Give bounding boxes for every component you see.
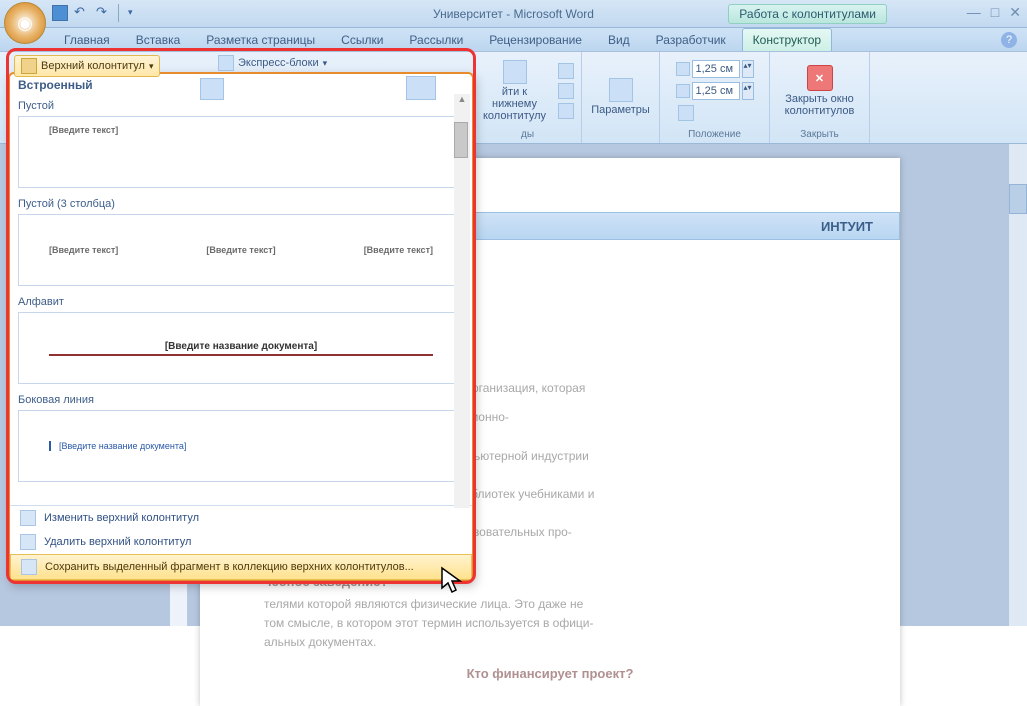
footer-from-bottom-spinner[interactable]: 1,25 см▴▾ (676, 82, 754, 100)
parameters-icon (609, 78, 633, 102)
gallery-section-alphabet: Алфавит (18, 292, 464, 312)
gallery-section-empty: Пустой (18, 96, 464, 116)
link-section-icon (558, 103, 574, 119)
header-top-icon (676, 62, 690, 76)
express-blocks-icon (218, 55, 234, 71)
edit-header-menuitem[interactable]: Изменить верхний колонтитул (10, 506, 472, 530)
window-title: Университет - Microsoft Word (433, 7, 594, 21)
save-selection-menuitem[interactable]: Сохранить выделенный фрагмент в коллекци… (10, 554, 472, 580)
save-selection-icon (21, 559, 37, 575)
redo-icon[interactable]: ↷ (96, 5, 112, 21)
contextual-tab-group: Работа с колонтитулами (728, 4, 887, 24)
doc-q3: Кто финансирует проект? (264, 666, 836, 681)
tab-references[interactable]: Ссылки (331, 29, 393, 51)
footer-bottom-icon (676, 84, 690, 98)
delete-icon (20, 534, 36, 550)
gallery-item-alphabet[interactable]: [Введите название документа] (18, 312, 464, 384)
minimize-icon[interactable]: — (967, 4, 981, 21)
gallery-item-sideline[interactable]: [Введите название документа] (18, 410, 464, 482)
tab-review[interactable]: Рецензирование (479, 29, 592, 51)
header-right-text: ИНТУИТ (821, 219, 873, 234)
picture-button[interactable] (402, 74, 440, 102)
qat-separator (118, 4, 122, 22)
header-icon (21, 58, 37, 74)
tab-page-layout[interactable]: Разметка страницы (196, 29, 325, 51)
help-icon[interactable]: ? (1001, 32, 1017, 48)
group-close-label: Закрыть (800, 128, 839, 141)
nav-small-1[interactable] (556, 62, 576, 80)
insert-alignment-tab[interactable] (676, 104, 696, 122)
maximize-icon[interactable]: □ (991, 4, 999, 21)
gallery-item-3cols[interactable]: [Введите текст] [Введите текст] [Введите… (18, 214, 464, 286)
tab-view[interactable]: Вид (598, 29, 640, 51)
link-next-icon (558, 83, 574, 99)
edit-icon (20, 510, 36, 526)
goto-footer-button[interactable]: йти к нижнему колонтитулу (479, 58, 550, 124)
date-time-button[interactable] (196, 76, 228, 102)
close-x-icon: ✕ (807, 65, 833, 91)
gallery-item-empty[interactable]: [Введите текст] (18, 116, 464, 188)
header-from-top-spinner[interactable]: 1,25 см▴▾ (676, 60, 754, 78)
doc-p6: телями которой являются физические лица.… (264, 595, 836, 653)
close-icon[interactable]: ✕ (1009, 4, 1021, 21)
scrollbar-thumb[interactable] (1009, 184, 1027, 214)
express-blocks-button[interactable]: Экспресс-блоки ▾ (218, 55, 327, 71)
chevron-down-icon: ▾ (149, 61, 154, 72)
footer-icon (503, 60, 527, 84)
nav-small-2[interactable] (556, 82, 576, 100)
vertical-scrollbar[interactable] (1009, 144, 1027, 626)
close-header-footer-button[interactable]: ✕ Закрыть окно колонтитулов (781, 63, 859, 119)
gallery-scrollbar-thumb[interactable] (454, 122, 468, 158)
undo-icon[interactable]: ↶ (74, 5, 90, 21)
save-icon[interactable] (52, 5, 68, 21)
date-time-icon (200, 78, 224, 100)
tab-insert[interactable]: Вставка (126, 29, 191, 51)
tab-home[interactable]: Главная (54, 29, 120, 51)
gallery-section-3cols: Пустой (3 столбца) (18, 194, 464, 214)
group-navigation-label: ды (521, 128, 534, 141)
gallery-section-sideline: Боковая линия (18, 390, 464, 410)
align-tab-icon (678, 105, 694, 121)
qat-customize-icon[interactable]: ▾ (128, 5, 144, 21)
header-gallery-dropdown: Встроенный Пустой [Введите текст] Пустой… (8, 72, 474, 582)
group-position-label: Положение (688, 128, 741, 141)
parameters-button[interactable]: Параметры (587, 76, 654, 118)
office-button[interactable]: ◉ (4, 2, 46, 44)
scroll-up-icon[interactable]: ▲ (454, 94, 470, 104)
tab-design[interactable]: Конструктор (742, 28, 832, 51)
tab-developer[interactable]: Разработчик (646, 29, 736, 51)
tab-mailings[interactable]: Рассылки (399, 29, 473, 51)
picture-icon (406, 76, 436, 100)
gallery-scrollbar[interactable]: ▲ (454, 94, 470, 508)
nav-small-3[interactable] (556, 102, 576, 120)
header-dropdown-button[interactable]: Верхний колонтитул ▾ (14, 55, 160, 77)
chevron-down-icon: ▾ (323, 58, 328, 69)
delete-header-menuitem[interactable]: Удалить верхний колонтитул (10, 530, 472, 554)
link-prev-icon (558, 63, 574, 79)
quick-access-toolbar: ↶ ↷ ▾ (52, 4, 144, 22)
